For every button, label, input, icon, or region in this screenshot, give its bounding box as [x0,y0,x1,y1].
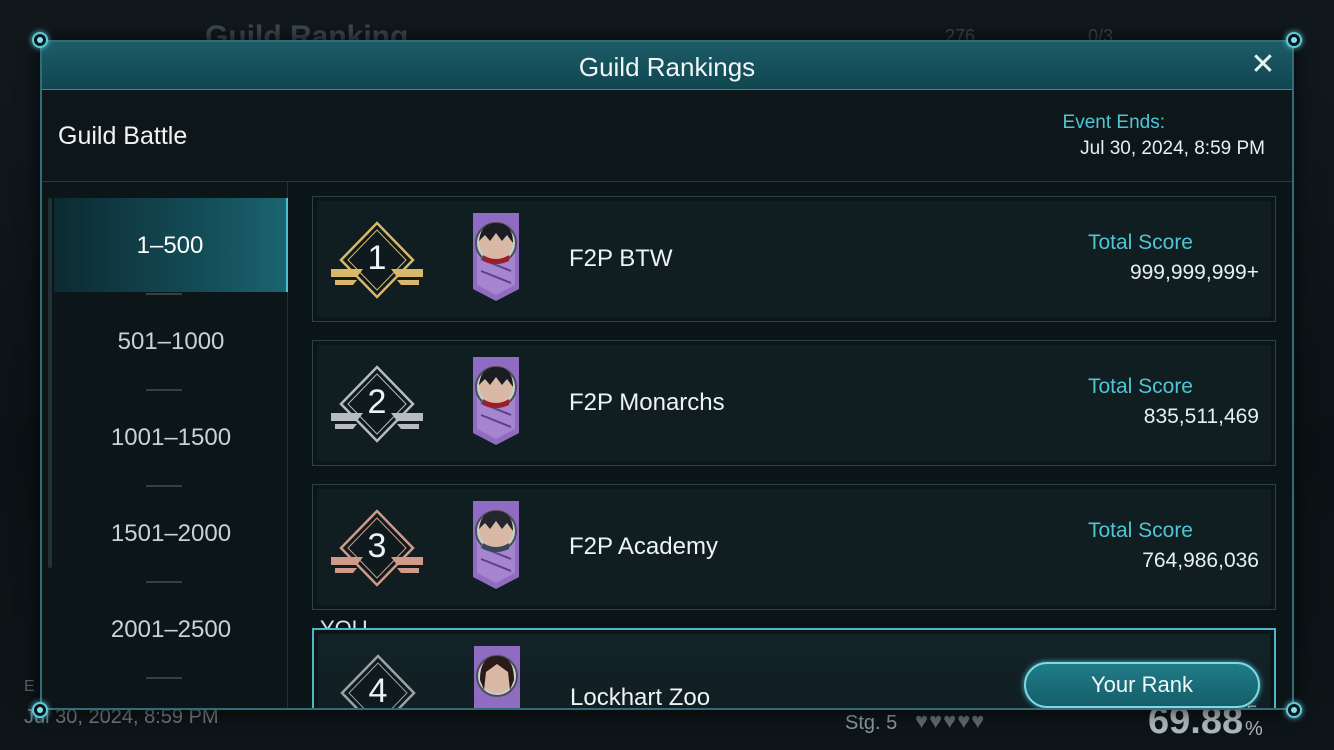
frame-corner-icon [1286,32,1302,48]
guild-name: F2P BTW [569,245,673,272]
stage-label: Stg. 5 [845,712,898,734]
guild-name: F2P Academy [569,533,718,560]
modal-title: Guild Rankings [578,52,756,82]
range-item-501-1000[interactable]: 501–1000 [54,294,288,388]
rank-badge-icon: 1 [329,219,425,301]
total-score-value: 999,999,999+ [1129,261,1259,284]
modal-titlebar: Guild Rankings ✕ [42,42,1292,90]
range-item-1-500[interactable]: 1–500 [54,198,288,292]
range-divider [146,677,182,679]
close-button[interactable]: ✕ [1248,50,1278,80]
total-score-value: 764,986,036 [1142,549,1259,572]
event-ends-date: Jul 30, 2024, 8:59 PM [1080,138,1265,159]
total-score-label: Total Score [1087,519,1193,542]
rank-number: 1 [367,239,387,277]
ranking-row[interactable]: 1 F2P BTW Total Score 999,999,999+ [312,196,1276,322]
range-label: 2001–2500 [110,616,232,643]
range-item-1501-2000[interactable]: 1501–2000 [54,486,288,580]
range-item-2001-2500[interactable]: 2001–2500 [54,582,288,676]
range-item-1001-1500[interactable]: 1001–1500 [54,390,288,484]
range-label: 1501–2000 [110,520,232,547]
stage-hearts-icon: ♥♥♥♥♥ [915,708,986,733]
your-rank-button[interactable]: Your Rank [1024,662,1260,708]
guild-name: Lockhart Zoo [570,684,711,710]
guild-rankings-modal: Guild Rankings ✕ Guild Battle Event Ends… [40,40,1294,710]
rank-number: 2 [367,383,387,421]
frame-corner-icon [1286,702,1302,718]
guild-name: F2P Monarchs [569,389,725,416]
guild-banner-icon [469,213,523,301]
total-score-label: Total Score [1087,375,1193,398]
range-label: 1–500 [136,232,204,259]
rank-badge-icon: 3 [329,507,425,589]
guild-banner-icon [469,501,523,589]
frame-corner-icon [32,702,48,718]
ranking-row[interactable]: 3 F2P Academy Total Score 764,986,036 [312,484,1276,610]
rank-badge-icon: 2 [329,363,425,445]
modal-subheader: Guild Battle Event Ends: Jul 30, 2024, 8… [42,90,1292,182]
guild-banner-icon [470,646,524,708]
completion-percent-sign: % [1245,718,1263,740]
total-score-value: 835,511,469 [1143,405,1259,428]
rank-number: 4 [368,672,388,710]
event-ends-label: Event Ends: [1062,112,1165,133]
ranking-row[interactable]: 2 F2P Monarchs Total Score 835,511,469 [312,340,1276,466]
rank-badge-icon: 4 [330,652,426,710]
guild-banner-icon [469,357,523,445]
rank-range-sidebar: 1–500 501–1000 1001–1500 1501–2000 2001–… [42,182,288,708]
total-score-label: Total Score [1087,231,1193,254]
background-event-label: E [24,678,35,695]
range-label: 1001–1500 [110,424,232,451]
rank-number: 3 [367,527,387,565]
frame-corner-icon [32,32,48,48]
sidebar-scrollbar[interactable] [48,198,52,568]
range-label: 501–1000 [117,328,225,355]
ranking-list: 1 F2P BTW Total Score 999,999,999+ 2 F2P… [312,196,1276,710]
guild-battle-title: Guild Battle [58,122,188,150]
